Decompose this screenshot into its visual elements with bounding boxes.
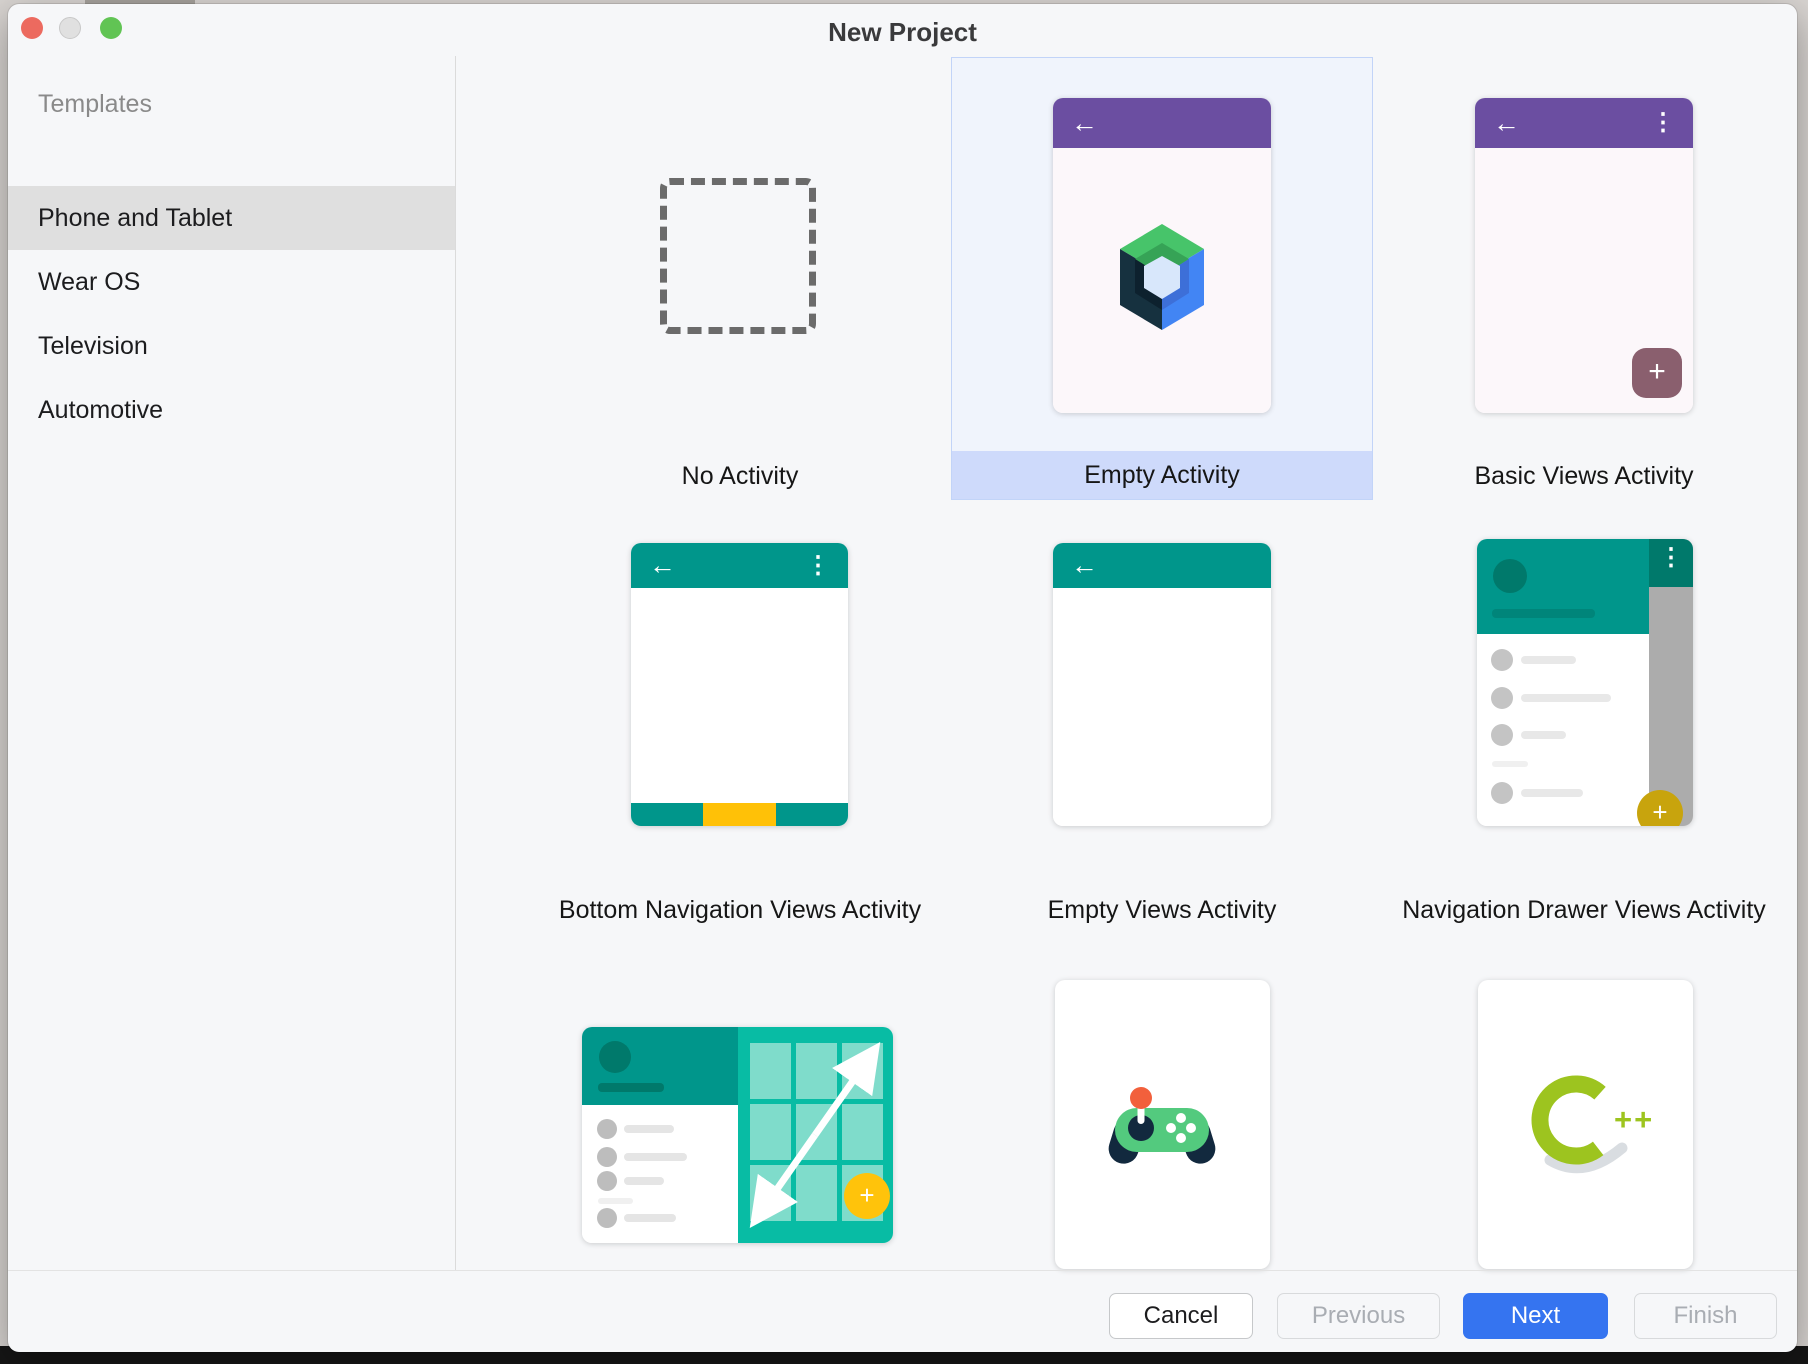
cancel-button[interactable]: Cancel <box>1109 1293 1253 1339</box>
sidebar-item-television[interactable]: Television <box>8 314 455 378</box>
list-item-bar <box>1521 731 1566 739</box>
bottom-nav-bar <box>631 803 848 826</box>
template-label-empty-views[interactable]: Empty Views Activity <box>951 889 1373 931</box>
drawer-panel <box>1477 539 1649 826</box>
list-divider <box>1492 761 1528 767</box>
list-item-icon <box>1491 782 1513 804</box>
phone-preview-empty-activity: ← <box>1053 98 1271 413</box>
list-item-bar <box>1521 656 1576 664</box>
list-item-bar <box>624 1214 676 1222</box>
overflow-menu-icon: ⋮ <box>1659 544 1683 571</box>
list-item-icon <box>1491 724 1513 746</box>
list-item-icon <box>597 1147 617 1167</box>
drawer-title-bar <box>1492 609 1595 618</box>
preview-appbar: ← ⋮ <box>1475 98 1693 148</box>
previous-button[interactable]: Previous <box>1277 1293 1440 1339</box>
template-no-activity[interactable] <box>660 178 816 334</box>
detail-grid-pane: + <box>738 1027 893 1243</box>
template-game-activity[interactable] <box>1055 980 1270 1269</box>
template-basic-views-activity[interactable]: ← ⋮ + <box>1475 98 1693 413</box>
avatar <box>599 1041 631 1073</box>
new-project-dialog: New Project Templates Phone and Tablet W… <box>8 4 1797 1352</box>
list-item-bar <box>1521 789 1583 797</box>
list-item-icon <box>597 1171 617 1191</box>
preview-content-behind-drawer: ⋮ <box>1649 539 1693 826</box>
sidebar-item-phone-and-tablet[interactable]: Phone and Tablet <box>8 186 455 250</box>
fab-plus-icon: + <box>844 1173 890 1219</box>
primary-list-pane <box>582 1027 738 1243</box>
template-native-cpp[interactable]: ++ <box>1478 980 1693 1269</box>
finish-button[interactable]: Finish <box>1634 1293 1777 1339</box>
list-item-icon <box>597 1208 617 1228</box>
template-label-basic-views[interactable]: Basic Views Activity <box>1373 452 1795 500</box>
back-arrow-icon: ← <box>1493 110 1520 137</box>
back-arrow-icon: ← <box>1071 110 1098 137</box>
template-label-empty-activity: Empty Activity <box>952 451 1372 499</box>
list-item-bar <box>1521 694 1611 702</box>
overflow-menu-icon: ⋮ <box>1651 111 1675 135</box>
list-item-bar <box>624 1153 687 1161</box>
back-arrow-icon: ← <box>649 552 676 579</box>
drawer-header <box>582 1027 738 1105</box>
cpp-logo-icon: ++ <box>1520 1068 1650 1188</box>
avatar <box>1493 559 1527 593</box>
template-primary-detail[interactable]: + <box>582 1027 893 1243</box>
template-label-nav-drawer[interactable]: Navigation Drawer Views Activity <box>1373 889 1795 931</box>
sidebar-divider <box>455 56 456 1270</box>
template-label-bottom-nav[interactable]: Bottom Navigation Views Activity <box>529 889 951 931</box>
template-navigation-drawer[interactable]: ⋮ + <box>1477 539 1693 826</box>
overflow-menu-icon: ⋮ <box>806 554 830 578</box>
sidebar-item-wear-os[interactable]: Wear OS <box>8 250 455 314</box>
page-title: New Project <box>8 17 1797 48</box>
cpp-plus-plus-label: ++ <box>1614 1102 1654 1138</box>
list-item-icon <box>1491 687 1513 709</box>
preview-appbar: ← <box>1053 98 1271 148</box>
list-item-icon <box>1491 649 1513 671</box>
jetpack-compose-logo-icon <box>1112 222 1212 332</box>
list-item-bar <box>624 1177 664 1185</box>
list-item-bar <box>624 1125 674 1133</box>
titlebar: New Project <box>8 4 1797 56</box>
preview-appbar: ⋮ <box>1649 539 1693 587</box>
template-bottom-navigation[interactable]: ← ⋮ <box>631 543 848 826</box>
templates-header: Templates <box>38 90 152 119</box>
sidebar-item-automotive[interactable]: Automotive <box>8 378 455 442</box>
drawer-header <box>1477 539 1649 634</box>
preview-appbar: ← <box>1053 543 1271 588</box>
template-label-no-activity[interactable]: No Activity <box>529 452 951 500</box>
preview-body <box>1053 588 1271 826</box>
back-arrow-icon: ← <box>1071 552 1098 579</box>
preview-body <box>631 588 848 826</box>
next-button[interactable]: Next <box>1463 1293 1608 1339</box>
game-controller-icon <box>1107 1086 1217 1176</box>
footer-separator <box>8 1270 1797 1271</box>
fab-plus-icon: + <box>1632 348 1682 398</box>
list-item-icon <box>597 1119 617 1139</box>
preview-appbar: ← ⋮ <box>631 543 848 588</box>
list-divider <box>598 1198 633 1204</box>
drawer-title-bar <box>598 1083 664 1092</box>
template-empty-views-activity[interactable]: ← <box>1053 543 1271 826</box>
